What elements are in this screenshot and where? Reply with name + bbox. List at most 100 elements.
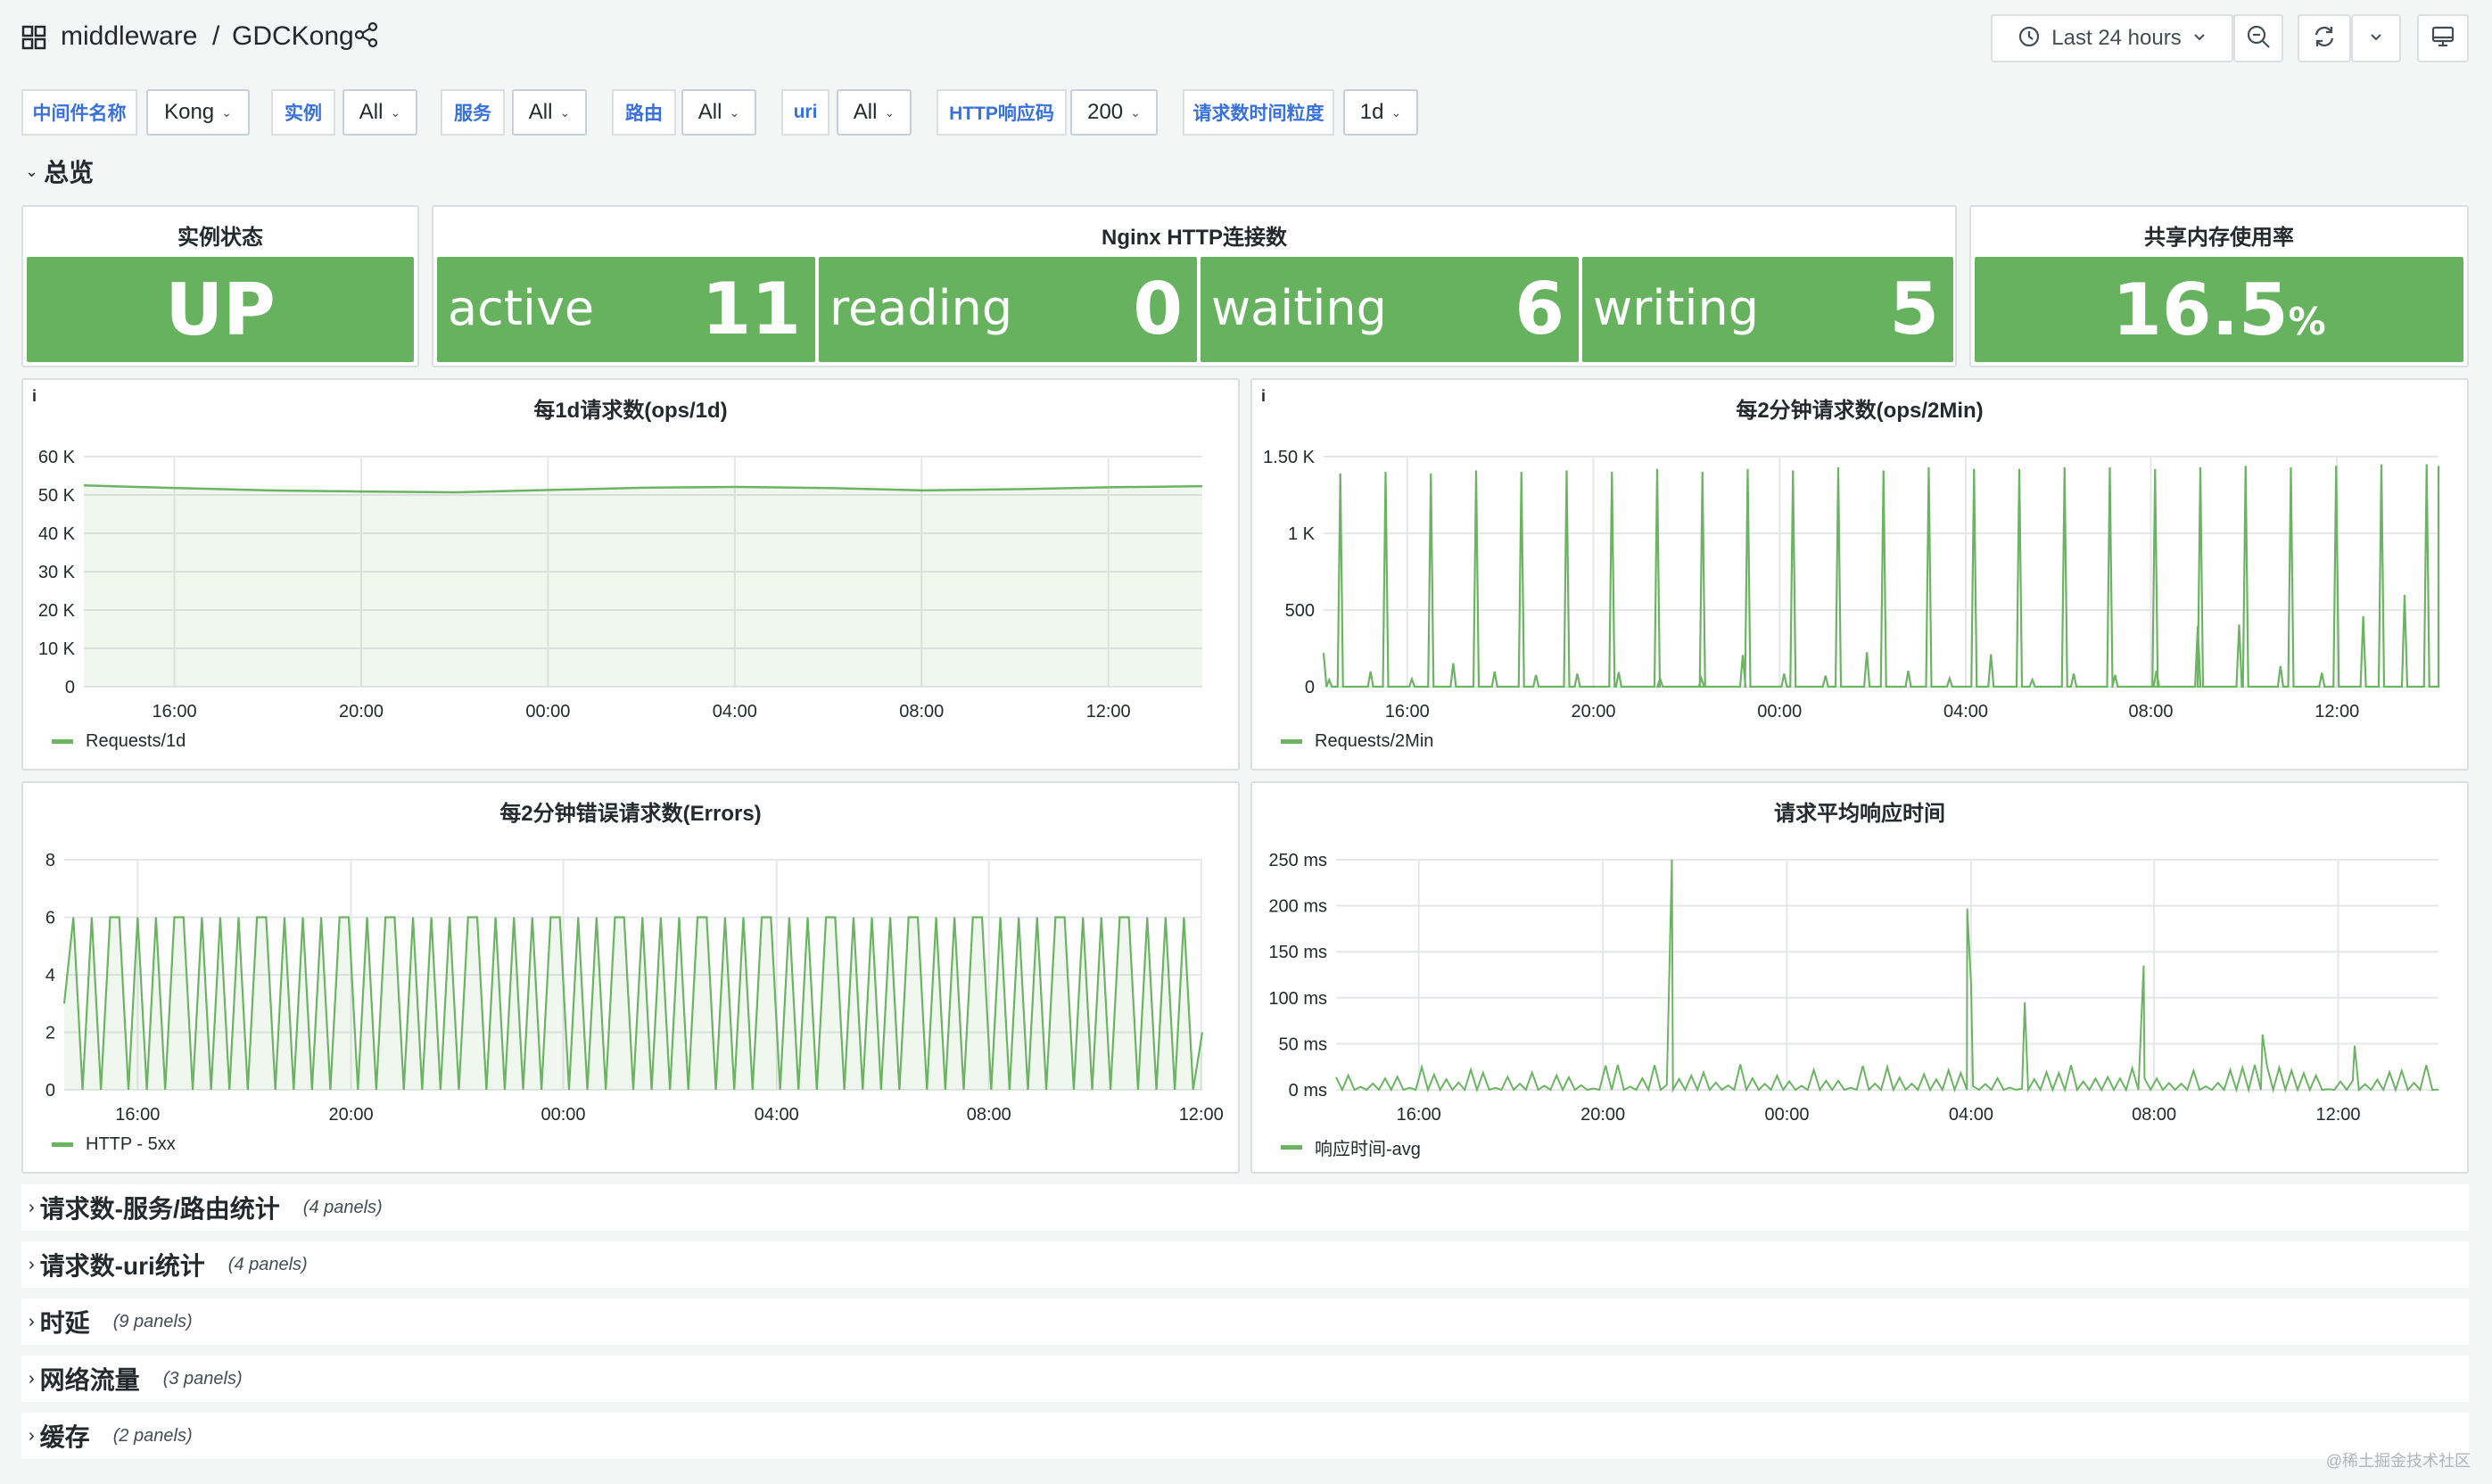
variable-value: All — [528, 100, 553, 124]
row-uri[interactable]: › 请求数-uri统计 (4 panels) — [21, 1241, 2469, 1288]
variable-value: 200 — [1087, 100, 1124, 124]
chevron-down-icon: ⌄ — [390, 104, 401, 120]
x-tick-label: 04:00 — [1943, 702, 1988, 721]
legend-swatch — [52, 739, 73, 744]
row-title: 缓存 — [39, 1423, 90, 1451]
x-tick-label: 12:00 — [2315, 702, 2359, 721]
x-tick-label: 04:00 — [1949, 1105, 1993, 1125]
legend-item[interactable]: Requests/1d — [52, 731, 186, 752]
x-tick-label: 12:00 — [2315, 1105, 2360, 1125]
variable-value: 1d — [1359, 100, 1384, 124]
variable-value: All — [853, 100, 878, 124]
row-panel-count: (9 panels) — [112, 1311, 193, 1331]
clock-icon — [2018, 25, 2041, 53]
stat-value: 11 — [701, 268, 801, 350]
chart-errors: 0 2 4 6 8 16:00 20:00 00:00 04:00 08:00 12:00 — [45, 851, 1224, 1125]
chart-latency: 0 ms 50 ms 100 ms 150 ms 200 ms 250 ms 16:00 20… — [1268, 851, 2439, 1125]
row-overview[interactable]: ⌄ 总览 — [25, 153, 94, 189]
dashboard-title[interactable]: GDCKong — [232, 21, 354, 52]
x-tick-label: 16:00 — [1397, 1105, 1441, 1125]
row-service-route[interactable]: › 请求数-服务/路由统计 (4 panels) — [21, 1184, 2469, 1231]
variable-label-service: 服务 — [441, 89, 505, 136]
watermark: @稀土掘金技术社区 — [2325, 1452, 2471, 1470]
series-area — [84, 485, 1202, 687]
stat-label: active — [448, 280, 595, 336]
variable-value: Kong — [164, 100, 215, 124]
y-tick-label: 60 K — [38, 448, 76, 467]
variable-label-middleware: 中间件名称 — [21, 89, 137, 136]
y-tick-label: 8 — [45, 851, 55, 870]
x-tick-label: 08:00 — [967, 1105, 1011, 1125]
y-tick-label: 250 ms — [1268, 851, 1327, 870]
row-panel-count: (4 panels) — [227, 1254, 308, 1274]
x-tick-label: 16:00 — [1385, 702, 1430, 721]
chevron-down-icon: ⌄ — [559, 104, 571, 120]
row-latency[interactable]: › 时延 (9 panels) — [21, 1298, 2469, 1345]
y-tick-label: 150 ms — [1268, 943, 1327, 962]
y-tick-label: 0 — [1305, 678, 1315, 697]
chevron-down-icon: ⌄ — [25, 161, 39, 180]
variable-select-service[interactable]: All ⌄ — [512, 89, 587, 136]
chevron-down-icon: ⌄ — [1390, 104, 1402, 120]
y-tick-label: 1 K — [1288, 524, 1316, 544]
variable-select-route[interactable]: All ⌄ — [681, 89, 756, 136]
stat-item-reading: reading 0 — [819, 257, 1197, 362]
row-panel-count: (3 panels) — [162, 1368, 243, 1389]
breadcrumb-separator: / — [212, 21, 220, 51]
y-tick-label: 2 — [45, 1024, 55, 1043]
chevron-down-icon: ⌄ — [221, 104, 232, 120]
y-tick-label: 500 — [1285, 601, 1315, 621]
zoom-out-button[interactable] — [2233, 14, 2283, 62]
row-title: 网络流量 — [39, 1366, 140, 1394]
variable-select-http-code[interactable]: 200 ⌄ — [1070, 89, 1158, 136]
variable-select-instance[interactable]: All ⌄ — [342, 89, 417, 136]
y-tick-label: 100 ms — [1268, 989, 1327, 1009]
refresh-interval-dropdown[interactable] — [2351, 14, 2401, 62]
breadcrumb-folder[interactable]: middleware — [61, 21, 197, 52]
stat-value: 16.5 — [2112, 268, 2289, 351]
row-cache[interactable]: › 缓存 (2 panels) — [21, 1413, 2469, 1459]
stat-value-box: 16.5 % — [1975, 257, 2463, 362]
variable-value: All — [359, 100, 384, 124]
row-title: 请求数-uri统计 — [39, 1252, 205, 1280]
share-icon[interactable] — [353, 21, 380, 48]
y-tick-label: 0 ms — [1289, 1081, 1327, 1101]
y-tick-label: 20 K — [38, 601, 76, 621]
stat-panel-instance: 实例状态 UP — [21, 205, 419, 367]
legend-item[interactable]: 响应时间-avg — [1281, 1134, 1421, 1160]
time-range-label: Last 24 hours — [2051, 26, 2182, 50]
series-line — [1335, 859, 2439, 1093]
x-tick-label: 00:00 — [540, 1105, 585, 1125]
stat-value: 5 — [1889, 268, 1939, 350]
graph-panel-errors: 每2分钟错误请求数(Errors) 0 2 4 6 8 16:00 20:00 00:00 04… — [21, 781, 1240, 1174]
row-network[interactable]: › 网络流量 (3 panels) — [21, 1356, 2469, 1402]
time-range-picker[interactable]: Last 24 hours — [1991, 14, 2233, 62]
panel-title: 实例状态 — [177, 226, 263, 250]
row-overview-title: 总览 — [44, 159, 95, 186]
chart-requests-2min: 0 500 1 K 1.50 K 16:00 20:00 00:00 04:00 08:00 12… — [1263, 448, 2440, 721]
y-tick-label: 10 K — [38, 639, 76, 659]
apps-icon[interactable] — [21, 25, 46, 50]
legend-item[interactable]: HTTP - 5xx — [52, 1134, 176, 1155]
panel-title: 共享内存使用率 — [2144, 226, 2294, 250]
x-tick-label: 20:00 — [1580, 1105, 1625, 1125]
legend-swatch — [1281, 1145, 1302, 1150]
stat-item-writing: writing 5 — [1582, 257, 1953, 362]
legend-swatch — [1281, 739, 1302, 744]
tv-mode-button[interactable] — [2417, 14, 2469, 62]
variable-value: All — [697, 100, 722, 124]
graph-panel-requests-2min: i 每2分钟请求数(ops/2Min) 0 500 1 K 1.50 K 16:00 20… — [1250, 378, 2469, 771]
graph-panel-latency: 请求平均响应时间 0 ms 50 ms 100 ms 150 ms 200 ms 250 … — [1250, 781, 2469, 1174]
variable-label-route: 路由 — [612, 89, 676, 136]
y-tick-label: 0 — [65, 678, 75, 697]
variable-select-uri[interactable]: All ⌄ — [837, 89, 912, 136]
variable-select-middleware[interactable]: Kong ⌄ — [146, 89, 250, 136]
y-tick-label: 30 K — [38, 563, 76, 582]
refresh-button[interactable] — [2298, 14, 2351, 62]
x-tick-label: 12:00 — [1086, 702, 1131, 721]
legend-item[interactable]: Requests/2Min — [1281, 731, 1433, 752]
y-tick-label: 1.50 K — [1263, 448, 1315, 467]
variable-label-granularity: 请求数时间粒度 — [1183, 89, 1334, 136]
x-tick-label: 20:00 — [1571, 702, 1615, 721]
variable-select-granularity[interactable]: 1d ⌄ — [1343, 89, 1418, 136]
